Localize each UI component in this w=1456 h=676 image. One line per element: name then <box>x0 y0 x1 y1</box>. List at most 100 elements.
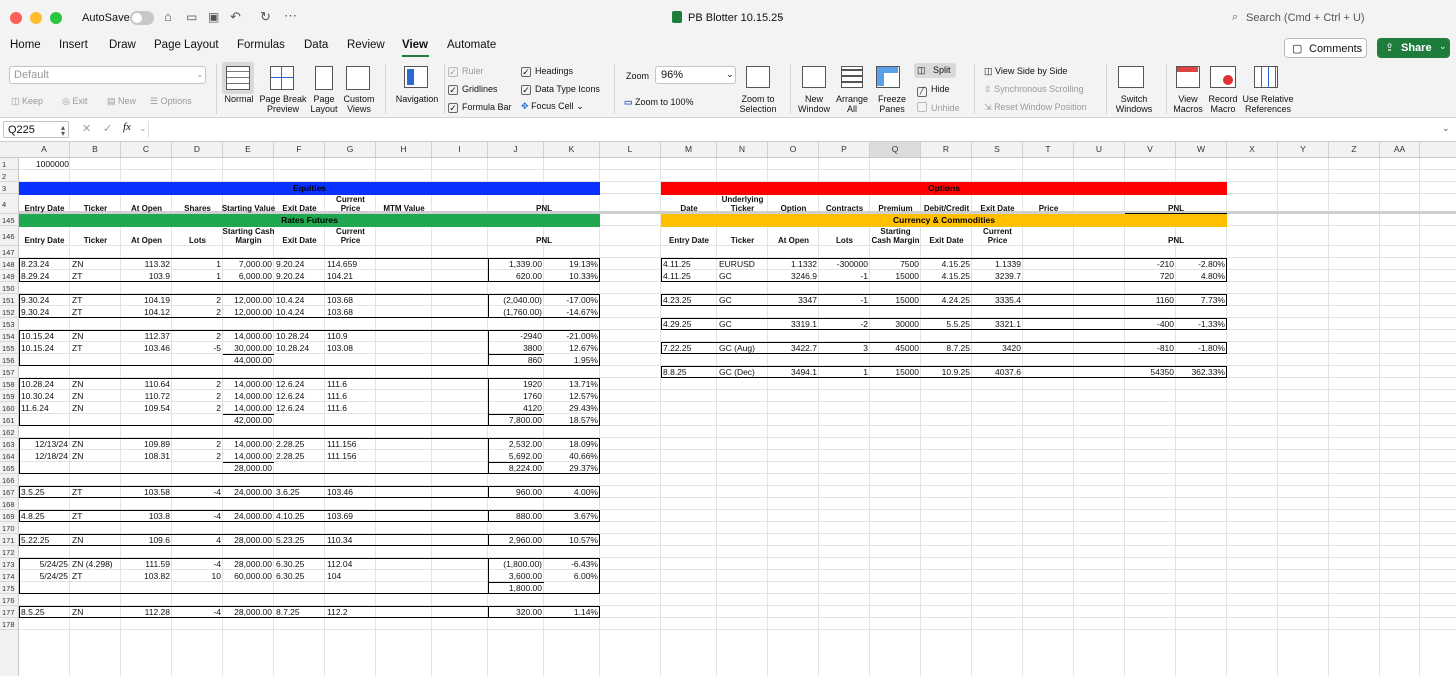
unhide-button[interactable]: Unhide <box>917 102 960 113</box>
rates-cell-g163[interactable]: 111.156 <box>327 438 374 450</box>
row-header-175[interactable]: 175 <box>0 582 19 594</box>
zoom-to-100-button[interactable]: ▭ Zoom to 100% <box>624 97 694 108</box>
comments-button[interactable]: ▢ Comments <box>1284 38 1367 58</box>
rates-cell-g159[interactable]: 111.6 <box>327 390 374 402</box>
tab-page-layout[interactable]: Page Layout <box>154 39 219 51</box>
arrange-all-icon[interactable] <box>841 66 863 88</box>
rates-cell-c160[interactable]: 109.54 <box>123 402 170 414</box>
rates-cell-b154[interactable]: ZN <box>72 330 119 342</box>
row-header-165[interactable]: 165 <box>0 462 19 474</box>
rates-cell-j155[interactable]: 3800 <box>490 342 542 354</box>
share-button[interactable]: ⇪ Share ⌄ <box>1377 38 1450 58</box>
column-header-m[interactable]: M <box>661 142 717 157</box>
formula-bar-checkbox[interactable]: ✓ Formula Bar <box>448 102 512 113</box>
row-header-161[interactable]: 161 <box>0 414 19 426</box>
tab-data[interactable]: Data <box>304 39 328 51</box>
undo-icon[interactable]: ↶ <box>230 9 241 25</box>
tab-home[interactable]: Home <box>10 39 41 51</box>
ruler-checkbox[interactable]: ✓ Ruler <box>448 66 484 77</box>
tab-view[interactable]: View <box>402 39 428 51</box>
rates-cell-a159[interactable]: 10.30.24 <box>21 390 68 402</box>
rates-cell-k160[interactable]: 29.43% <box>546 402 598 414</box>
navigation-icon[interactable] <box>404 66 428 88</box>
row-header-172[interactable]: 172 <box>0 546 19 558</box>
redo-icon[interactable]: ↻ <box>260 9 271 25</box>
rates-cell-f158[interactable]: 12.6.24 <box>276 378 323 390</box>
rates-cell-c159[interactable]: 110.72 <box>123 390 170 402</box>
rates-cell-e151[interactable]: 12,000.00 <box>225 294 272 306</box>
rates-cell-e158[interactable]: 14,000.00 <box>225 378 272 390</box>
row-header-174[interactable]: 174 <box>0 570 19 582</box>
cancel-icon[interactable]: ✕ <box>82 122 91 135</box>
rates-cell-j163[interactable]: 2,532.00 <box>490 438 542 450</box>
save-icon[interactable]: ▣ <box>208 10 219 24</box>
column-header-f[interactable]: F <box>274 142 325 157</box>
rates-cell-d163[interactable]: 2 <box>174 438 221 450</box>
row-header-150[interactable]: 150 <box>0 282 19 294</box>
rates-cell-k164[interactable]: 40.66% <box>546 450 598 462</box>
expand-formula-icon[interactable]: ⌄ <box>1442 123 1450 134</box>
split-button[interactable]: ◫ Split <box>914 63 956 78</box>
rates-cell-d173[interactable]: -4 <box>174 558 221 570</box>
row-header-3[interactable]: 3 <box>0 182 19 194</box>
column-header-o[interactable]: O <box>768 142 819 157</box>
rates-cell-k155[interactable]: 12.67% <box>546 342 598 354</box>
page-break-preview-button[interactable]: Page Break Preview <box>258 94 308 114</box>
tab-review[interactable]: Review <box>347 39 385 51</box>
row-header-148[interactable]: 148 <box>0 258 19 270</box>
gridlines-checkbox[interactable]: ✓ Gridlines <box>448 84 498 95</box>
row-header-177[interactable]: 177 <box>0 606 19 618</box>
column-header-w[interactable]: W <box>1176 142 1227 157</box>
rates-cell-j151[interactable]: (2,040.00) <box>490 294 542 306</box>
rates-cell-j160[interactable]: 4120 <box>490 402 542 414</box>
rates-cell-k158[interactable]: 13.71% <box>546 378 598 390</box>
chevron-down-icon[interactable]: ⌄ <box>777 11 785 22</box>
rates-cell-g155[interactable]: 103.08 <box>327 342 374 354</box>
record-macro-button[interactable]: Record Macro <box>1204 94 1242 114</box>
row-header-178[interactable]: 178 <box>0 618 19 630</box>
rates-cell-k151[interactable]: -17.00% <box>546 294 598 306</box>
rates-cell-g154[interactable]: 110.9 <box>327 330 374 342</box>
focus-cell-button[interactable]: ✥ Focus Cell ⌄ <box>521 101 584 112</box>
rates-cell-d151[interactable]: 2 <box>174 294 221 306</box>
rates-cell-e159[interactable]: 14,000.00 <box>225 390 272 402</box>
column-header-y[interactable]: Y <box>1278 142 1329 157</box>
hide-button[interactable]: ╱ Hide <box>917 84 950 97</box>
rates-cell-c155[interactable]: 103.46 <box>123 342 170 354</box>
page-layout-button[interactable]: Page Layout <box>308 94 340 114</box>
tab-automate[interactable]: Automate <box>447 39 496 51</box>
sheet-view-select[interactable]: Default ⌄ <box>9 66 206 84</box>
row-header-168[interactable]: 168 <box>0 498 19 510</box>
rates-cell-f154[interactable]: 10.28.24 <box>276 330 323 342</box>
column-header-t[interactable]: T <box>1023 142 1074 157</box>
normal-view-button[interactable]: Normal <box>218 94 260 104</box>
column-header-q[interactable]: Q <box>870 142 921 157</box>
rates-cell-g174[interactable]: 104 <box>327 570 374 582</box>
rates-cell-g151[interactable]: 103.68 <box>327 294 374 306</box>
close-window-button[interactable] <box>10 12 22 24</box>
reset-window-position-button[interactable]: ⇲ Reset Window Position <box>984 102 1087 113</box>
column-header-p[interactable]: P <box>819 142 870 157</box>
rates-cell-c151[interactable]: 104.19 <box>123 294 170 306</box>
rates-cell-f155[interactable]: 10.28.24 <box>276 342 323 354</box>
rates-cell-e164[interactable]: 14,000.00 <box>225 450 272 462</box>
rates-cell-f159[interactable]: 12.6.24 <box>276 390 323 402</box>
rates-cell-d158[interactable]: 2 <box>174 378 221 390</box>
rates-cell-k154[interactable]: -21.00% <box>546 330 598 342</box>
column-header-a[interactable]: A <box>19 142 70 157</box>
freeze-panes-icon[interactable] <box>876 66 900 88</box>
row-header-167[interactable]: 167 <box>0 486 19 498</box>
row-header-173[interactable]: 173 <box>0 558 19 570</box>
column-header-i[interactable]: I <box>432 142 488 157</box>
page-break-icon[interactable] <box>270 66 294 90</box>
row-header-1[interactable]: 1 <box>0 158 19 170</box>
new-window-icon[interactable] <box>802 66 826 88</box>
record-macro-icon[interactable] <box>1210 66 1236 88</box>
row-header-157[interactable]: 157 <box>0 366 19 378</box>
rates-cell-j158[interactable]: 1920 <box>490 378 542 390</box>
arrange-all-button[interactable]: Arrange All <box>832 94 872 114</box>
column-header-s[interactable]: S <box>972 142 1023 157</box>
rates-cell-g158[interactable]: 111.6 <box>327 378 374 390</box>
row-header-176[interactable]: 176 <box>0 594 19 606</box>
rates-cell-j164[interactable]: 5,692.00 <box>490 450 542 462</box>
